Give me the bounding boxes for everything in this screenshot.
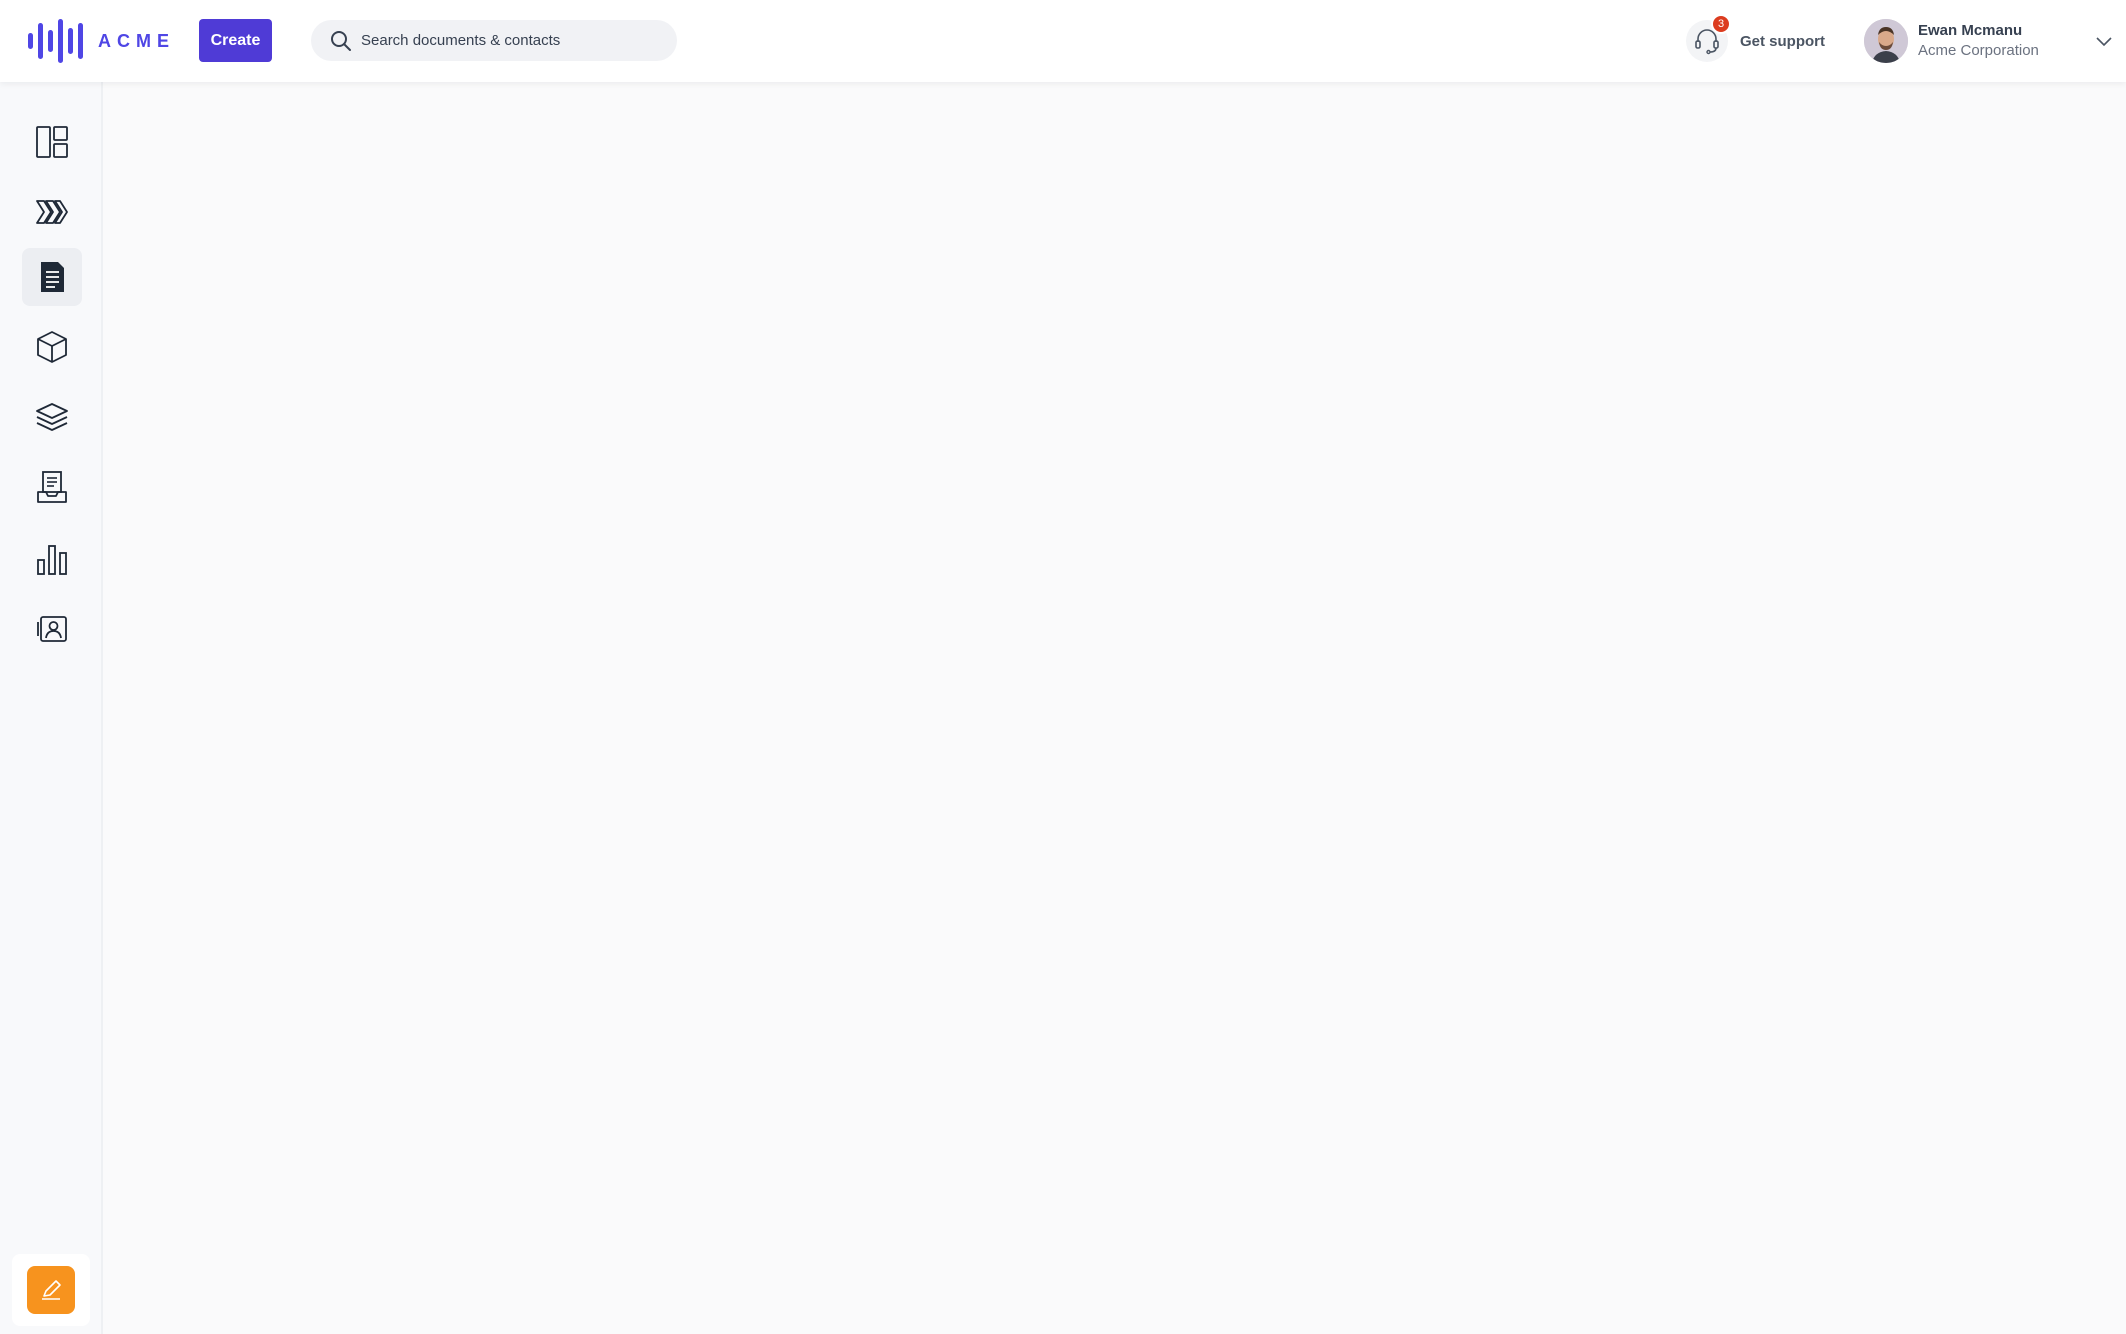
support-icon-wrap: 3	[1686, 14, 1731, 62]
sidebar-item-contacts[interactable]	[22, 600, 82, 658]
sidebar-item-layers[interactable]	[22, 388, 82, 446]
acme-logo[interactable]: ACME	[28, 18, 175, 64]
get-support-button[interactable]: 3 Get support	[1686, 14, 1825, 64]
main-content	[105, 82, 2126, 1334]
chevron-down-icon[interactable]	[2094, 31, 2114, 51]
quick-action-area	[12, 1254, 90, 1326]
search-bar[interactable]	[311, 20, 677, 61]
brand-name: ACME	[98, 30, 175, 51]
user-menu[interactable]: Ewan Mcmanu Acme Corporation	[1864, 18, 2114, 64]
sidebar-item-documents[interactable]	[22, 248, 82, 306]
user-info: Ewan Mcmanu Acme Corporation	[1918, 21, 2039, 61]
dashboard-icon	[36, 126, 68, 158]
avatar	[1864, 19, 1908, 63]
notification-badge: 3	[1711, 14, 1731, 34]
layers-icon	[36, 403, 68, 431]
create-button[interactable]: Create	[199, 19, 272, 62]
search-icon	[331, 31, 351, 51]
sidebar-item-inbox[interactable]	[22, 458, 82, 516]
top-bar: ACME Create 3 Get support	[0, 0, 2126, 82]
sidebar	[0, 82, 103, 1334]
logo-bars-icon	[28, 19, 83, 63]
sidebar-item-reports[interactable]	[22, 530, 82, 588]
product-box-icon	[37, 331, 67, 363]
document-icon	[41, 262, 64, 292]
pencil-icon	[42, 1280, 61, 1300]
sidebar-item-pipeline[interactable]	[22, 183, 82, 241]
search-input[interactable]	[361, 20, 661, 61]
user-name: Ewan Mcmanu	[1918, 22, 2023, 39]
compose-button[interactable]	[27, 1266, 75, 1314]
get-support-label: Get support	[1740, 32, 1825, 50]
pipeline-icon	[36, 200, 68, 224]
bar-chart-icon	[37, 545, 67, 575]
inbox-tray-icon	[37, 471, 67, 503]
user-portrait-icon	[1864, 19, 1908, 63]
user-organization: Acme Corporation	[1918, 42, 2039, 59]
sidebar-item-products[interactable]	[22, 318, 82, 376]
contact-card-icon	[37, 616, 67, 642]
sidebar-item-dashboard[interactable]	[22, 113, 82, 171]
